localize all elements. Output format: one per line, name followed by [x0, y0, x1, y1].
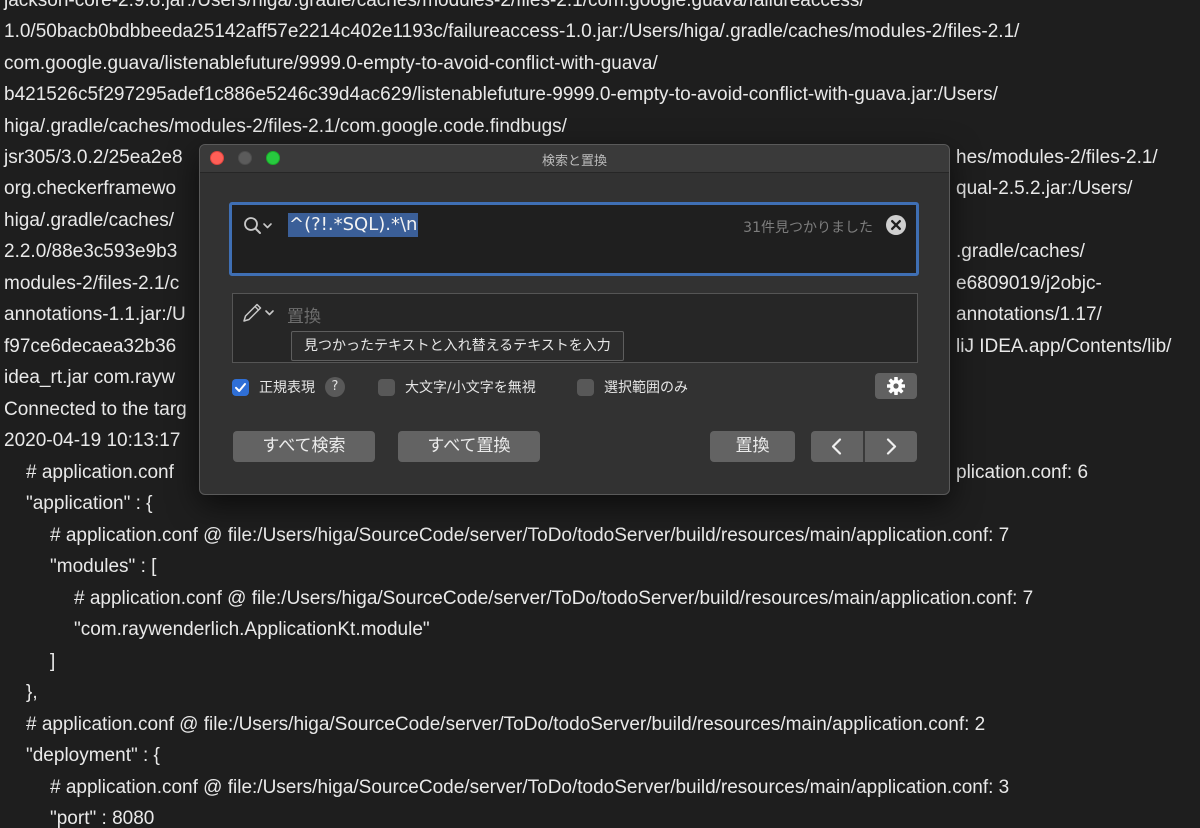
match-count: 31件見つかりました — [743, 220, 873, 236]
regex-label: 正規表現 — [259, 380, 315, 396]
console-line-fragment: plication.conf: 6 — [956, 462, 1089, 483]
previous-match-button[interactable] — [811, 431, 863, 462]
replace-options-icon[interactable] — [241, 302, 277, 324]
checkmark-icon — [235, 382, 246, 392]
chevron-left-icon — [831, 438, 842, 455]
console-line: higa/.gradle/caches/modules-2/files-2.1/… — [4, 116, 567, 137]
chevron-right-icon — [886, 438, 897, 455]
console-line: # application.conf @ file:/Users/higa/So… — [50, 777, 1010, 798]
ignore-case-option[interactable]: 大文字/小文字を無視 — [378, 376, 536, 398]
selection-only-checkbox[interactable] — [577, 378, 594, 396]
gear-icon — [887, 377, 905, 395]
replace-button[interactable]: 置換 — [710, 431, 795, 462]
console-line: jackson-core-2.9.8.jar:/Users/higa/.grad… — [4, 0, 865, 11]
console-line: "modules" : [ — [50, 556, 157, 577]
console-line-fragment: .gradle/caches/ — [956, 241, 1085, 262]
replace-input[interactable]: 置換 — [287, 302, 321, 327]
clear-search-icon[interactable] — [886, 215, 906, 235]
console-line-fragment: hes/modules-2/files-2.1/ — [956, 147, 1158, 168]
console-line: jsr305/3.0.2/25ea2e8 — [4, 147, 183, 168]
console-line: 1.0/50bacb0bdbbeeda25142aff57e2214c402e1… — [4, 21, 1020, 42]
console-line: higa/.gradle/caches/ — [4, 210, 175, 231]
pencil-icon — [243, 303, 274, 322]
regex-option[interactable]: 正規表現 ? — [232, 376, 345, 398]
console-line: "com.raywenderlich.ApplicationKt.module" — [74, 619, 430, 640]
console-line-fragment: qual-2.5.2.jar:/Users/ — [956, 178, 1133, 199]
title-bar[interactable]: 検索と置換 — [200, 145, 949, 173]
search-icon — [244, 217, 272, 234]
selection-only-label: 選択範囲のみ — [604, 380, 688, 396]
console-line: # application.conf @ file:/Users/higa/So… — [50, 525, 1010, 546]
ignore-case-label: 大文字/小文字を無視 — [405, 380, 536, 396]
window-title: 検索と置換 — [541, 154, 607, 169]
console-line: # application.conf @ file:/Users/higa/So… — [26, 714, 986, 735]
search-field[interactable]: ^(?!.*SQL).*\n 31件見つかりました — [229, 202, 919, 276]
console-line: ] — [50, 651, 56, 672]
console-line: modules-2/files-2.1/c — [4, 273, 180, 294]
help-button[interactable]: ? — [325, 377, 345, 397]
console-line-fragment: e6809019/j2objc- — [956, 273, 1102, 294]
search-options-icon[interactable] — [243, 216, 275, 236]
console-line: }, — [26, 682, 38, 703]
console-line: "deployment" : { — [26, 745, 160, 766]
replace-tooltip: 見つかったテキストと入れ替えるテキストを入力 — [291, 331, 624, 361]
console-line: com.google.guava/listenablefuture/9999.0… — [4, 53, 658, 74]
console-line: "port" : 8080 — [50, 808, 155, 828]
next-match-button[interactable] — [865, 431, 917, 462]
find-all-button[interactable]: すべて検索 — [233, 431, 375, 462]
console-line: 2020-04-19 10:13:17 — [4, 430, 181, 451]
search-input[interactable]: ^(?!.*SQL).*\n — [288, 213, 419, 237]
console-line: # application.conf — [26, 462, 174, 483]
console-line: "application" : { — [26, 493, 153, 514]
find-replace-dialog: 検索と置換 ^(?!.*SQL).*\n 31件見つかりました 置換 見つかった… — [199, 144, 950, 495]
console-line: # application.conf @ file:/Users/higa/So… — [74, 588, 1034, 609]
console-line-fragment: annotations/1.17/ — [956, 304, 1102, 325]
console-line: idea_rt.jar com.rayw — [4, 367, 176, 388]
settings-button[interactable] — [875, 373, 917, 399]
console-line: org.checkerframewo — [4, 178, 177, 199]
console-line: annotations-1.1.jar:/U — [4, 304, 186, 325]
console-line: f97ce6decaea32b36 — [4, 336, 177, 357]
replace-all-button[interactable]: すべて置換 — [398, 431, 540, 462]
regex-checkbox[interactable] — [232, 378, 249, 396]
clear-icon — [886, 215, 906, 235]
console-line: Connected to the targ — [4, 399, 187, 420]
selection-only-option[interactable]: 選択範囲のみ — [577, 376, 688, 398]
ignore-case-checkbox[interactable] — [378, 378, 395, 396]
console-line-fragment: liJ IDEA.app/Contents/lib/ — [956, 336, 1172, 357]
console-line: 2.2.0/88e3c593e9b3 — [4, 241, 178, 262]
console-line: b421526c5f297295adef1c886e5246c39d4ac629… — [4, 84, 998, 105]
